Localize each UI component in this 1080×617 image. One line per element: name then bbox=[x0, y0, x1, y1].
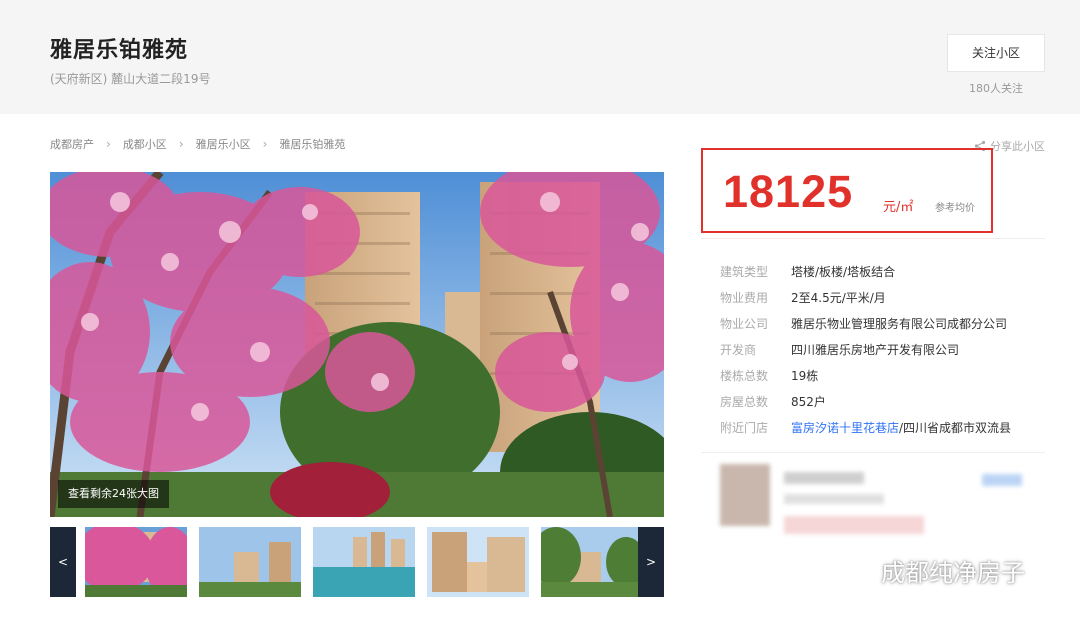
info-label: 楼栋总数 bbox=[720, 368, 769, 383]
blurred-button[interactable] bbox=[982, 474, 1022, 486]
info-row-building-type: 建筑类型 塔楼/板楼/塔板结合 bbox=[720, 258, 1011, 284]
community-info-list: 建筑类型 塔楼/板楼/塔板结合 物业费用 2至4.5元/平米/月 物业公司 雅居… bbox=[720, 258, 1011, 440]
breadcrumb-item-current[interactable]: 雅居乐铂雅苑 bbox=[279, 136, 345, 152]
share-label: 分享此小区 bbox=[990, 140, 1045, 153]
divider bbox=[701, 452, 1045, 453]
agent-card[interactable] bbox=[720, 462, 1050, 542]
info-row-developer: 开发商 四川雅居乐房地产开发有限公司 bbox=[720, 336, 1011, 362]
main-photo[interactable] bbox=[50, 172, 664, 517]
price-reference-label: 参考均价 bbox=[935, 203, 975, 214]
breadcrumb-item-agile-community[interactable]: 雅居乐小区 bbox=[196, 136, 251, 152]
info-value: 塔楼/板楼/塔板结合 bbox=[791, 264, 896, 279]
thumbnail-prev-button[interactable]: < bbox=[50, 527, 76, 597]
info-row-building-count: 楼栋总数 19栋 bbox=[720, 362, 1011, 388]
breadcrumb-item-chengdu-house[interactable]: 成都房产 bbox=[50, 136, 94, 152]
breadcrumb-item-chengdu-community[interactable]: 成都小区 bbox=[123, 136, 167, 152]
thumbnail-next-button[interactable]: > bbox=[638, 527, 664, 597]
info-label: 附近门店 bbox=[720, 420, 769, 435]
blurred-text bbox=[784, 516, 924, 534]
info-row-house-count: 房屋总数 852户 bbox=[720, 388, 1011, 414]
info-value: 雅居乐物业管理服务有限公司成都分公司 bbox=[791, 316, 1008, 331]
thumbnail-5[interactable] bbox=[541, 527, 643, 597]
magnolia-photo bbox=[50, 172, 664, 517]
community-address: (天府新区) 麓山大道二段19号 bbox=[50, 72, 211, 86]
nearby-store-link[interactable]: 富房汐诺十里花巷店 bbox=[791, 419, 899, 436]
community-header: 雅居乐铂雅苑 (天府新区) 麓山大道二段19号 关注小区 180人关注 bbox=[0, 0, 1080, 114]
thumbnail-strip: < > bbox=[50, 527, 664, 597]
page-title: 雅居乐铂雅苑 bbox=[50, 38, 189, 63]
info-label: 房屋总数 bbox=[720, 394, 769, 409]
blurred-text bbox=[784, 494, 884, 504]
info-value: 2至4.5元/平米/月 bbox=[791, 290, 886, 305]
info-value: 19栋 bbox=[791, 368, 819, 383]
divider bbox=[701, 238, 1045, 239]
thumbnail-2[interactable] bbox=[199, 527, 301, 597]
info-value: 四川雅居乐房地产开发有限公司 bbox=[791, 342, 960, 357]
watermark: 成都纯净房子 bbox=[835, 553, 1025, 588]
info-value: 852户 bbox=[791, 394, 826, 409]
average-price: 18125 bbox=[723, 166, 854, 217]
follow-count: 180人关注 bbox=[969, 82, 1023, 95]
avatar bbox=[720, 464, 770, 526]
info-label: 物业公司 bbox=[720, 316, 769, 331]
follow-community-button[interactable]: 关注小区 bbox=[947, 34, 1045, 72]
info-row-property-company: 物业公司 雅居乐物业管理服务有限公司成都分公司 bbox=[720, 310, 1011, 336]
thumbnail-1[interactable] bbox=[85, 527, 187, 597]
nearby-store-location: /四川省成都市双流县 bbox=[899, 420, 1012, 435]
info-label: 建筑类型 bbox=[720, 264, 769, 279]
breadcrumb: 成都房产 › 成都小区 › 雅居乐小区 › 雅居乐铂雅苑 bbox=[50, 136, 345, 152]
thumbnail-3[interactable] bbox=[313, 527, 415, 597]
chevron-right-icon: › bbox=[262, 137, 268, 151]
info-row-property-fee: 物业费用 2至4.5元/平米/月 bbox=[720, 284, 1011, 310]
price-unit: 元/㎡ bbox=[883, 200, 914, 215]
blurred-text bbox=[784, 472, 864, 484]
watermark-text: 成都纯净房子 bbox=[881, 559, 1025, 587]
info-row-nearby-store: 附近门店 富房汐诺十里花巷店 /四川省成都市双流县 bbox=[720, 414, 1011, 440]
chevron-right-icon: › bbox=[106, 137, 111, 151]
thumbnail-4[interactable] bbox=[427, 527, 529, 597]
chevron-right-icon: › bbox=[178, 137, 184, 151]
info-label: 物业费用 bbox=[720, 290, 769, 305]
price-highlight: 18125 元/㎡ 参考均价 bbox=[701, 148, 993, 233]
view-all-photos-button[interactable]: 查看剩余24张大图 bbox=[58, 480, 169, 508]
info-label: 开发商 bbox=[720, 342, 757, 357]
wechat-icon bbox=[836, 555, 873, 584]
